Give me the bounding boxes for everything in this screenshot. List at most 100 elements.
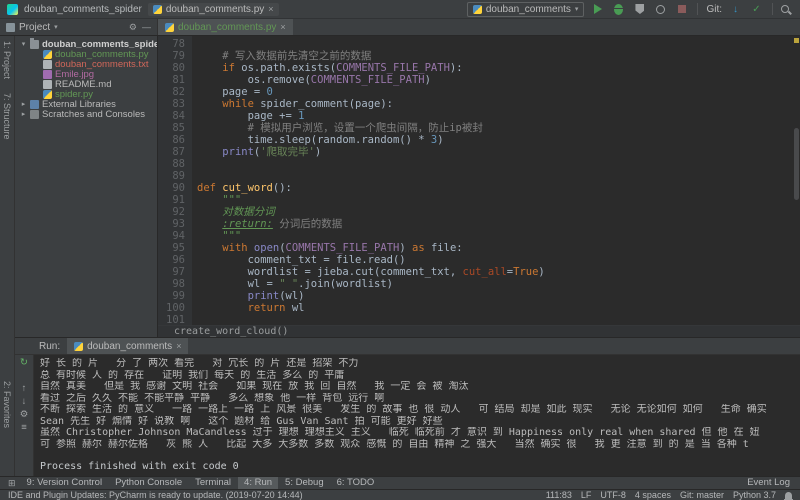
code-line[interactable] [197, 158, 792, 170]
run-tab[interactable]: douban_comments × [67, 338, 189, 354]
status-widget[interactable]: Python 3.7 [733, 490, 776, 500]
menu-icon[interactable]: ≡ [21, 422, 27, 434]
tool-window-switcher-icon[interactable]: ⊞ [8, 478, 16, 489]
output-line: 自然 真美 但是 我 感谢 文明 社会 如果 现在 放 我 回 自然 我 一定 … [40, 381, 469, 392]
tool-window-tab[interactable]: 4: Run [238, 476, 279, 490]
project-dropdown[interactable]: Project [19, 22, 50, 33]
code-line[interactable] [197, 170, 792, 182]
clock-icon [656, 4, 666, 14]
chevron-right-icon[interactable]: ▸ [20, 110, 27, 118]
tool-window-tab[interactable]: 5: Debug [279, 477, 330, 490]
tree-item[interactable]: ▾ douban_comments_spider [15, 37, 157, 50]
chevron-down-icon[interactable]: ▾ [20, 40, 27, 48]
tool-window-tab[interactable]: 9: Version Control [21, 477, 109, 490]
tool-button-structure[interactable]: 7: Structure [2, 93, 12, 140]
exit-code-line: Process finished with exit code 0 [40, 461, 239, 472]
tool-window-tab[interactable]: Terminal [189, 477, 237, 490]
line-number: 97 [172, 266, 185, 278]
status-widget[interactable]: LF [581, 490, 592, 500]
run-output[interactable]: 好 长 的 片 分 了 两次 看完 对 冗长 的 片 还是 招架 不力总 有时候… [34, 355, 800, 476]
tool-window-tab[interactable]: Event Log [741, 477, 796, 490]
code-line[interactable]: wordlist = jieba.cut(comment_txt, cut_al… [197, 266, 792, 278]
code-line[interactable]: comment_txt = file.read() [197, 254, 792, 266]
line-number: 99 [172, 290, 185, 302]
tree-item[interactable]: douban_comments.py [15, 49, 157, 60]
code-line[interactable]: def cut_word(): [197, 182, 792, 194]
code-line[interactable]: # 写入数据前先清空之前的数据 [197, 50, 792, 62]
editor-tab[interactable]: douban_comments.py × [158, 19, 293, 35]
status-message[interactable]: IDE and Plugin Updates: PyCharm is ready… [8, 490, 537, 500]
run-button[interactable] [590, 2, 605, 17]
stop-button[interactable] [674, 2, 689, 17]
code-line[interactable]: print(wl) [197, 290, 792, 302]
tree-item[interactable]: README.md [15, 79, 157, 90]
editor-scrollbar[interactable] [792, 36, 800, 325]
editor-code[interactable]: # 写入数据前先清空之前的数据 if os.path.exists(COMMEN… [192, 36, 792, 325]
tree-item[interactable]: Emile.jpg [15, 69, 157, 80]
inspection-warning-icon[interactable] [794, 38, 799, 43]
code-line[interactable]: time.sleep(random.random() * 3) [197, 134, 792, 146]
status-widget[interactable]: UTF-8 [600, 490, 626, 500]
code-line[interactable]: os.remove(COMMENTS_FILE_PATH) [197, 74, 792, 86]
code-line[interactable]: # 模拟用户浏览，设置一个爬虫间隔，防止ip被封 [197, 122, 792, 134]
title-file-tab[interactable]: douban_comments.py × [147, 2, 279, 16]
code-line[interactable]: """ [197, 230, 792, 242]
chevron-right-icon[interactable]: ▸ [20, 100, 27, 108]
search-icon[interactable] [781, 5, 789, 13]
status-widget[interactable]: Git: master [680, 490, 724, 500]
code-line[interactable] [197, 38, 792, 50]
code-line[interactable]: print('爬取完毕') [197, 146, 792, 158]
hide-panel-icon[interactable]: — [142, 22, 151, 33]
tool-window-tab[interactable]: 6: TODO [331, 477, 381, 490]
tool-window-tab[interactable]: Python Console [109, 477, 188, 490]
coverage-button[interactable] [632, 2, 647, 17]
up-arrow-icon[interactable]: ↑ [22, 383, 27, 395]
tree-item[interactable]: ▸ Scratches and Consoles [15, 109, 157, 120]
down-arrow-icon[interactable]: ↓ [22, 396, 27, 408]
scrollbar-thumb[interactable] [794, 128, 799, 200]
run-panel-body: ↻ ↑ ↓ ⚙ ≡ 好 长 的 片 分 了 两次 看完 对 冗长 的 片 还是 … [15, 355, 800, 476]
tree-item[interactable]: ▸ External Libraries [15, 99, 157, 110]
close-icon[interactable]: × [176, 341, 181, 351]
settings-gear-icon[interactable]: ⚙ [20, 409, 29, 421]
code-line[interactable]: wl = " ".join(wordlist) [197, 278, 792, 290]
line-number: 98 [172, 278, 185, 290]
tool-button-favorites[interactable]: 2: Favorites [2, 381, 12, 428]
line-number: 88 [172, 158, 185, 170]
git-update-button[interactable]: ↓ [728, 2, 743, 17]
code-line[interactable]: page = 0 [197, 86, 792, 98]
text-icon [43, 59, 52, 69]
chevron-down-icon[interactable]: ▾ [54, 23, 58, 31]
notification-bell-icon[interactable] [784, 491, 793, 500]
tree-item[interactable]: spider.py [15, 89, 157, 100]
tree-item[interactable]: douban_comments.txt [15, 59, 157, 70]
profiler-button[interactable] [653, 2, 668, 17]
tool-button-project[interactable]: 1: Project [2, 41, 12, 79]
close-icon[interactable]: × [280, 22, 285, 32]
close-icon[interactable]: × [268, 4, 273, 14]
run-config-select[interactable]: douban_comments ▾ [466, 1, 585, 17]
git-commit-button[interactable]: ✓ [749, 2, 764, 17]
code-line[interactable] [197, 314, 792, 325]
settings-gear-icon[interactable]: ⚙ [129, 22, 137, 33]
code-line[interactable]: """ [197, 194, 792, 206]
code-line[interactable]: 对数据分词 [197, 206, 792, 218]
project-panel-header: Project ▾ ⚙ — [0, 19, 158, 35]
status-widget[interactable]: 111:83 [546, 490, 572, 500]
python-file-icon [74, 341, 84, 351]
code-line[interactable]: :return: 分词后的数据 [197, 218, 792, 230]
toolbar-divider [772, 3, 773, 15]
line-number: 85 [172, 122, 185, 134]
rerun-icon[interactable]: ↻ [20, 357, 28, 369]
line-number: 79 [172, 50, 185, 62]
code-line[interactable]: return wl [197, 302, 792, 314]
editor-partial-line[interactable]: create_word_cloud() [158, 325, 800, 337]
code-line[interactable]: with open(COMMENTS_FILE_PATH) as file: [197, 242, 792, 254]
code-line[interactable]: page += 1 [197, 110, 792, 122]
debug-button[interactable] [611, 2, 626, 17]
run-panel: Run: douban_comments × ↻ ↑ ↓ ⚙ ≡ 好 长 的 片… [15, 337, 800, 476]
output-line: 看过 之后 久久 不能 不能平静 平静 多么 想象 他 一样 背包 远行 啊 [40, 392, 385, 404]
code-line[interactable]: if os.path.exists(COMMENTS_FILE_PATH): [197, 62, 792, 74]
status-widget[interactable]: 4 spaces [635, 490, 671, 500]
code-line[interactable]: while spider_comment(page): [197, 98, 792, 110]
